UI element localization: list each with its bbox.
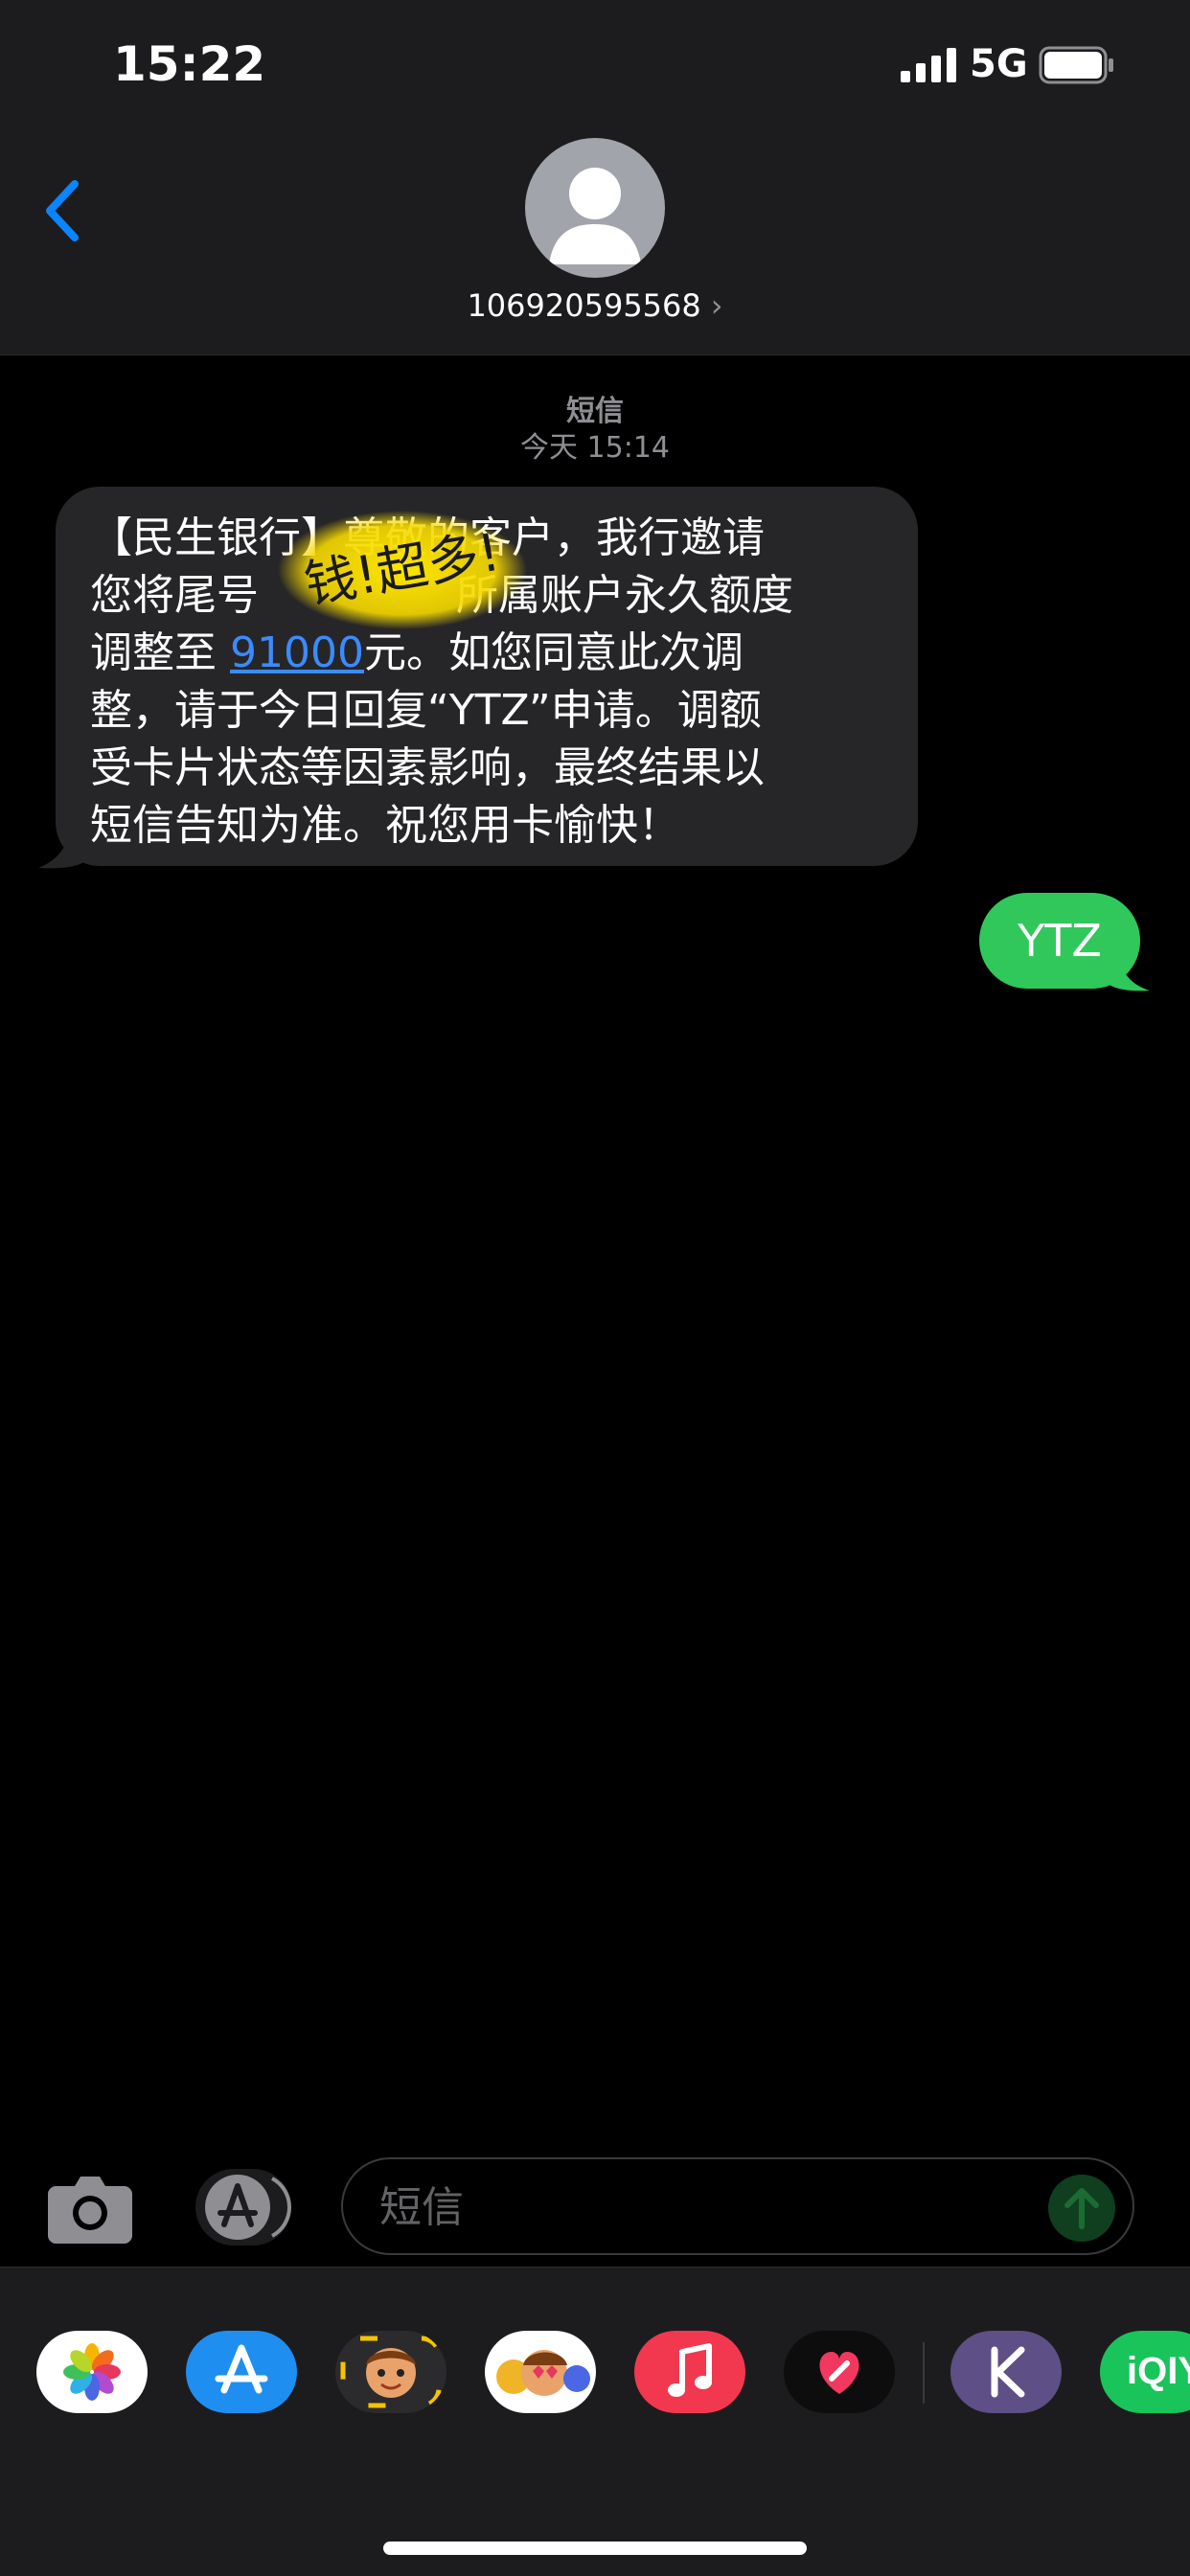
message-line-3-end: 元。如您同意此次调 [363, 628, 744, 677]
memoji-icon[interactable] [335, 2331, 446, 2413]
cellular-signal-icon [901, 48, 956, 82]
music-icon[interactable] [634, 2331, 745, 2413]
imessage-app-drawer: iQIY [0, 2267, 1190, 2576]
contact-name[interactable]: 106920595568 › [0, 287, 1190, 324]
drawer-divider [923, 2342, 925, 2404]
app-store-button[interactable] [195, 2169, 291, 2245]
animoji-icon[interactable] [485, 2331, 596, 2413]
conversation-header: 15:22 5G 106920595568 › [0, 0, 1190, 355]
person-silhouette-icon [549, 168, 641, 264]
message-line-3-start: 调整至 [90, 628, 217, 677]
message-line-5: 受卡片状态等因素影响，最终结果以 [90, 743, 765, 792]
amount-link[interactable]: 91000 [230, 628, 364, 677]
app-store-app-icon[interactable] [186, 2331, 297, 2413]
arrow-up-icon [1064, 2188, 1099, 2229]
message-timestamp: 今天 15:14 [520, 431, 670, 465]
message-line-6: 短信告知为准。祝您用卡愉快！ [90, 801, 680, 850]
message-line-3: 调整至 91000元。如您同意此次调 [90, 625, 889, 682]
app-store-icon [205, 2175, 291, 2240]
message-line-2-end: 所属账户永久额度 [456, 571, 793, 620]
message-input-field[interactable] [341, 2157, 1134, 2255]
iqiyi-icon[interactable]: iQIY [1100, 2331, 1190, 2413]
camera-icon[interactable] [44, 2169, 136, 2245]
message-line-2: 您将尾号 所属账户永久额度 [90, 567, 889, 625]
back-chevron-icon[interactable] [38, 172, 96, 249]
k-app-icon[interactable] [950, 2331, 1062, 2413]
message-line-2-start: 您将尾号 [90, 571, 259, 620]
contact-number: 106920595568 [467, 287, 701, 324]
home-indicator[interactable] [383, 2542, 807, 2555]
message-line-4: 整，请于今日回复“YTZ”申请。调额 [90, 686, 762, 735]
digital-touch-icon[interactable] [784, 2331, 895, 2413]
incoming-message-bubble[interactable]: 【民生银行】尊敬的客户，我行邀请 您将尾号 所属账户永久额度 调整至 91000元… [56, 487, 918, 866]
outgoing-message-bubble[interactable]: YTZ [979, 893, 1140, 989]
network-type: 5G [970, 42, 1028, 86]
message-input[interactable] [378, 2177, 995, 2238]
outgoing-message-text: YTZ [1018, 915, 1102, 967]
contact-avatar[interactable] [525, 138, 665, 278]
message-line-1: 【民生银行】尊敬的客户，我行邀请 [90, 513, 765, 562]
send-button[interactable] [1048, 2175, 1115, 2242]
contact-chevron-icon: › [710, 287, 723, 324]
iqiyi-label: iQIY [1127, 2350, 1190, 2392]
status-time: 15:22 [113, 36, 266, 92]
photos-icon[interactable] [36, 2331, 148, 2413]
battery-icon [1039, 46, 1113, 84]
